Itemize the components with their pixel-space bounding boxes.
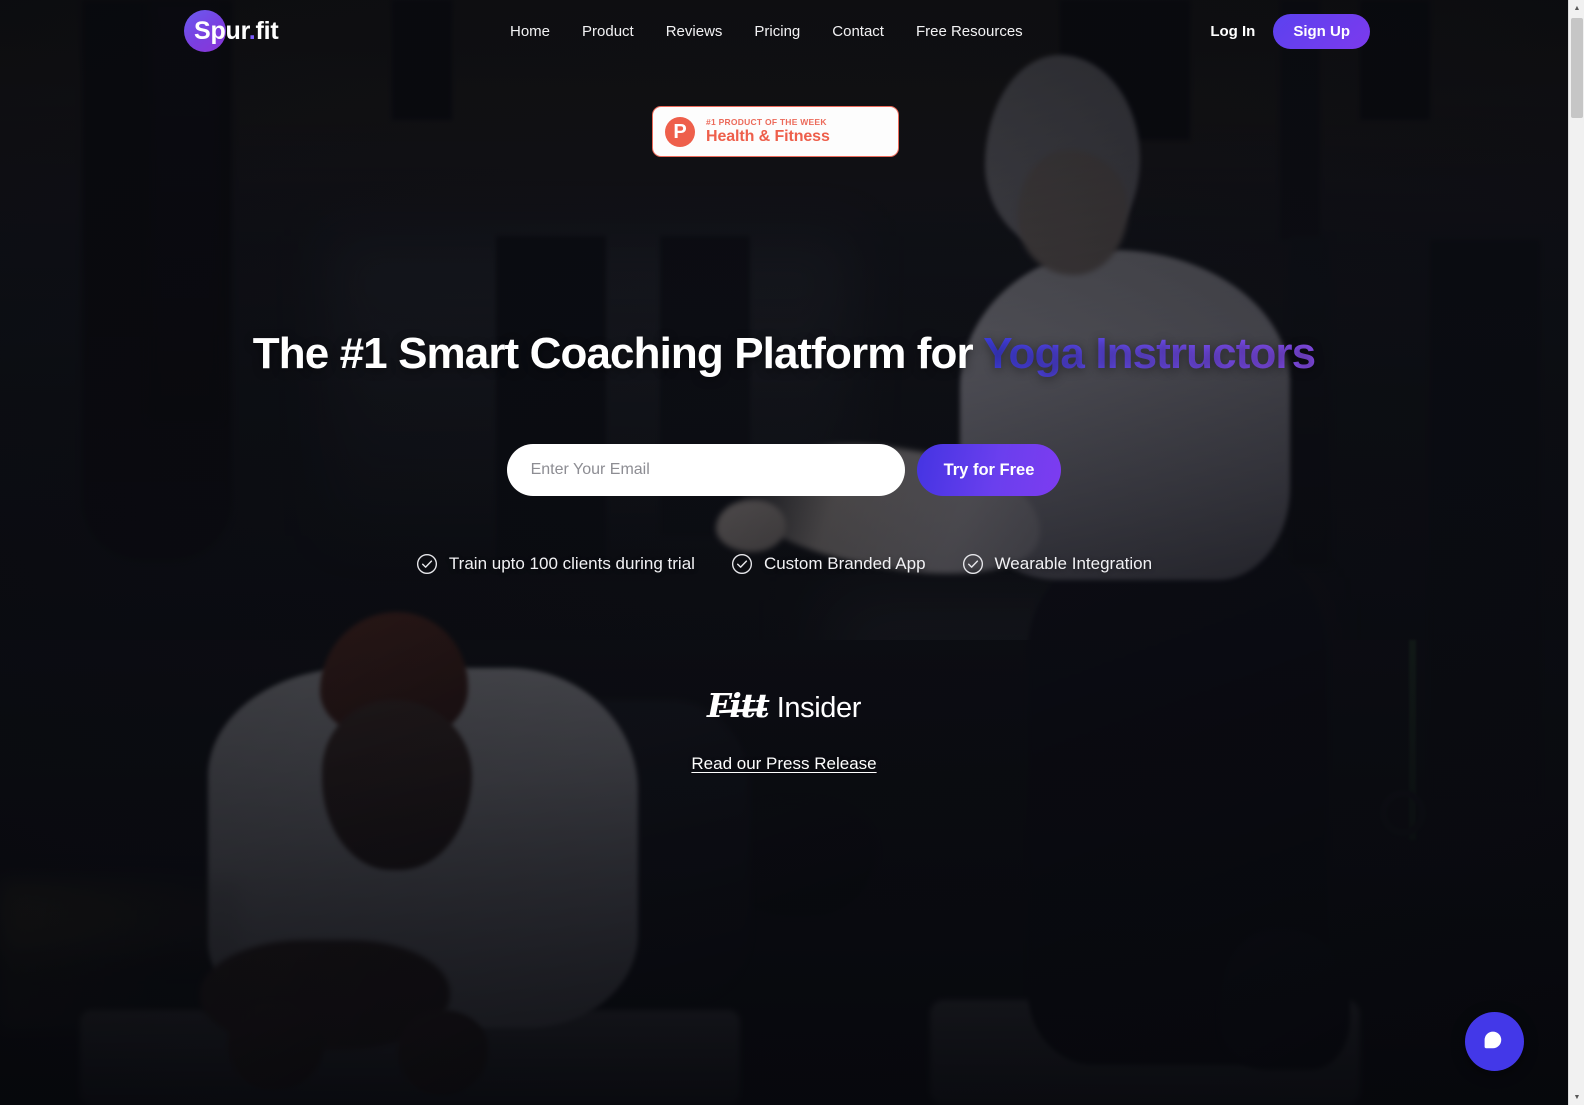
check-circle-icon bbox=[962, 553, 983, 575]
nav-item-home[interactable]: Home bbox=[510, 23, 550, 40]
feature-label-branded-app: Custom Branded App bbox=[763, 554, 926, 573]
feature-label-wearable: Wearable Integration bbox=[994, 554, 1153, 573]
login-link[interactable]: Log In bbox=[1210, 23, 1255, 40]
nav-item-pricing[interactable]: Pricing bbox=[754, 23, 800, 40]
feature-item-branded-app: Custom Branded App bbox=[731, 553, 926, 575]
scrollbar-down-arrow[interactable]: ▼ bbox=[1569, 1089, 1584, 1105]
page-title: The #1 Smart Coaching Platform for Yoga … bbox=[0, 326, 1568, 382]
fitt-insider-logo-script: Fitt bbox=[707, 686, 770, 725]
nav-item-product[interactable]: Product bbox=[582, 23, 634, 40]
hero-section: The #1 Smart Coaching Platform for Yoga … bbox=[0, 0, 1568, 1105]
brand-logo-text: Spur.fit bbox=[188, 10, 279, 52]
product-hunt-p-icon: P bbox=[665, 116, 695, 147]
fitt-insider-logo: Fitt Insider bbox=[707, 686, 861, 725]
brand-logo[interactable]: Spur.fit bbox=[184, 10, 279, 52]
press-release-row: Read our Press Release bbox=[0, 754, 1568, 774]
chat-widget-button[interactable] bbox=[1465, 1012, 1524, 1071]
scrollbar-thumb[interactable] bbox=[1571, 18, 1583, 118]
signup-button[interactable]: Sign Up bbox=[1273, 13, 1370, 49]
brand-logo-dot: . bbox=[248, 17, 256, 45]
signup-form: Try for Free bbox=[0, 444, 1568, 496]
top-navigation-bar: Spur.fit Home Product Reviews Pricing Co… bbox=[0, 0, 1568, 62]
email-input[interactable] bbox=[506, 444, 905, 496]
try-for-free-button[interactable]: Try for Free bbox=[916, 444, 1062, 496]
vertical-scrollbar[interactable]: ▲ ▼ bbox=[1568, 0, 1584, 1105]
check-circle-icon bbox=[416, 553, 437, 575]
nav-item-free-resources[interactable]: Free Resources bbox=[916, 23, 1023, 40]
nav-links: Home Product Reviews Pricing Contact Fre… bbox=[510, 0, 1023, 62]
browser-viewport: Spur.fit Home Product Reviews Pricing Co… bbox=[0, 0, 1568, 1105]
product-hunt-badge[interactable]: P #1 PRODUCT OF THE WEEK Health & Fitnes… bbox=[652, 106, 899, 157]
feature-item-wearable: Wearable Integration bbox=[962, 553, 1153, 575]
fitt-insider-logo-regular: Insider bbox=[776, 692, 862, 724]
nav-item-contact[interactable]: Contact bbox=[832, 23, 884, 40]
nav-auth-actions: Log In Sign Up bbox=[1210, 0, 1370, 62]
product-hunt-badge-texts: #1 PRODUCT OF THE WEEK Health & Fitness bbox=[706, 117, 830, 146]
check-circle-icon bbox=[731, 553, 752, 575]
product-hunt-badge-title: Health & Fitness bbox=[706, 128, 830, 145]
product-hunt-badge-kicker: #1 PRODUCT OF THE WEEK bbox=[706, 117, 827, 127]
scrollbar-up-arrow[interactable]: ▲ bbox=[1569, 0, 1584, 16]
chat-bubble-icon bbox=[1484, 1031, 1502, 1049]
press-release-link[interactable]: Read our Press Release bbox=[691, 754, 876, 773]
headline-prefix: The #1 Smart Coaching Platform for bbox=[252, 329, 984, 378]
brand-logo-main: Spur bbox=[194, 17, 249, 45]
feature-label-trial: Train upto 100 clients during trial bbox=[448, 554, 695, 573]
press-logo-row: Fitt Insider bbox=[0, 686, 1568, 725]
feature-list: Train upto 100 clients during trial Cust… bbox=[0, 553, 1568, 575]
brand-logo-suffix: fit bbox=[255, 17, 279, 45]
nav-item-reviews[interactable]: Reviews bbox=[666, 23, 723, 40]
feature-item-trial: Train upto 100 clients during trial bbox=[416, 553, 695, 575]
headline-accent: Yoga Instructors bbox=[983, 329, 1316, 378]
